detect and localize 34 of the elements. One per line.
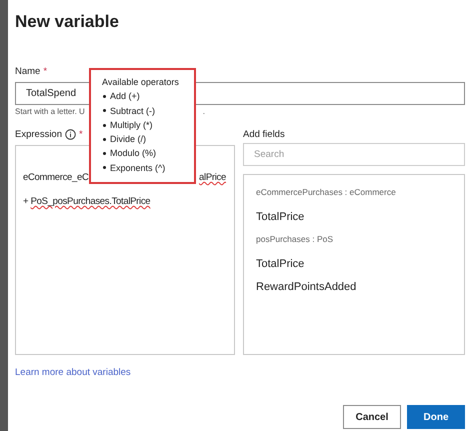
required-mark: * (79, 128, 83, 140)
bullet-icon (103, 124, 106, 127)
operator-item: Multiply (*) (110, 118, 153, 132)
hint-text: Start with a letter. U (15, 107, 85, 116)
add-fields-label: Add fields (243, 128, 286, 142)
field-item[interactable]: RewardPointsAdded (256, 281, 452, 293)
cancel-button[interactable]: Cancel (343, 405, 401, 429)
plus-operator: + (23, 196, 28, 207)
hint-text: . (202, 107, 205, 116)
operator-item: Divide (/) (110, 133, 146, 146)
done-button[interactable]: Done (407, 405, 465, 429)
expression-text: alPrice (199, 172, 226, 183)
expression-text: PoS_posPurchases.TotalPrice (30, 196, 150, 207)
expression-label: Expression (15, 128, 62, 140)
group-heading: eCommercePurchases : eCommerce (256, 187, 397, 197)
learn-more-link[interactable]: Learn more about variables (15, 367, 131, 378)
bullet-icon (103, 138, 106, 141)
operator-item: Subtract (-) (110, 104, 156, 118)
bullet-icon (103, 152, 106, 156)
info-icon[interactable] (65, 128, 76, 140)
operator-item: Modulo (%) (110, 147, 156, 160)
search-field[interactable]: Search (243, 143, 465, 166)
bullet-icon (103, 166, 106, 170)
operator-item: Exponents (^) (110, 162, 166, 175)
name-label: Name (15, 66, 40, 76)
expression-text: eCommerce_eC (23, 172, 89, 183)
field-item[interactable]: TotalPrice (256, 211, 452, 223)
required-mark: * (43, 66, 48, 76)
operator-item: Add (+) (110, 90, 140, 104)
bullet-icon (103, 109, 106, 112)
group-heading: posPurchases : PoS (256, 234, 334, 244)
dialog-title: New variable (15, 12, 120, 33)
field-item[interactable]: TotalPrice (256, 258, 452, 270)
bullet-icon (103, 94, 106, 98)
